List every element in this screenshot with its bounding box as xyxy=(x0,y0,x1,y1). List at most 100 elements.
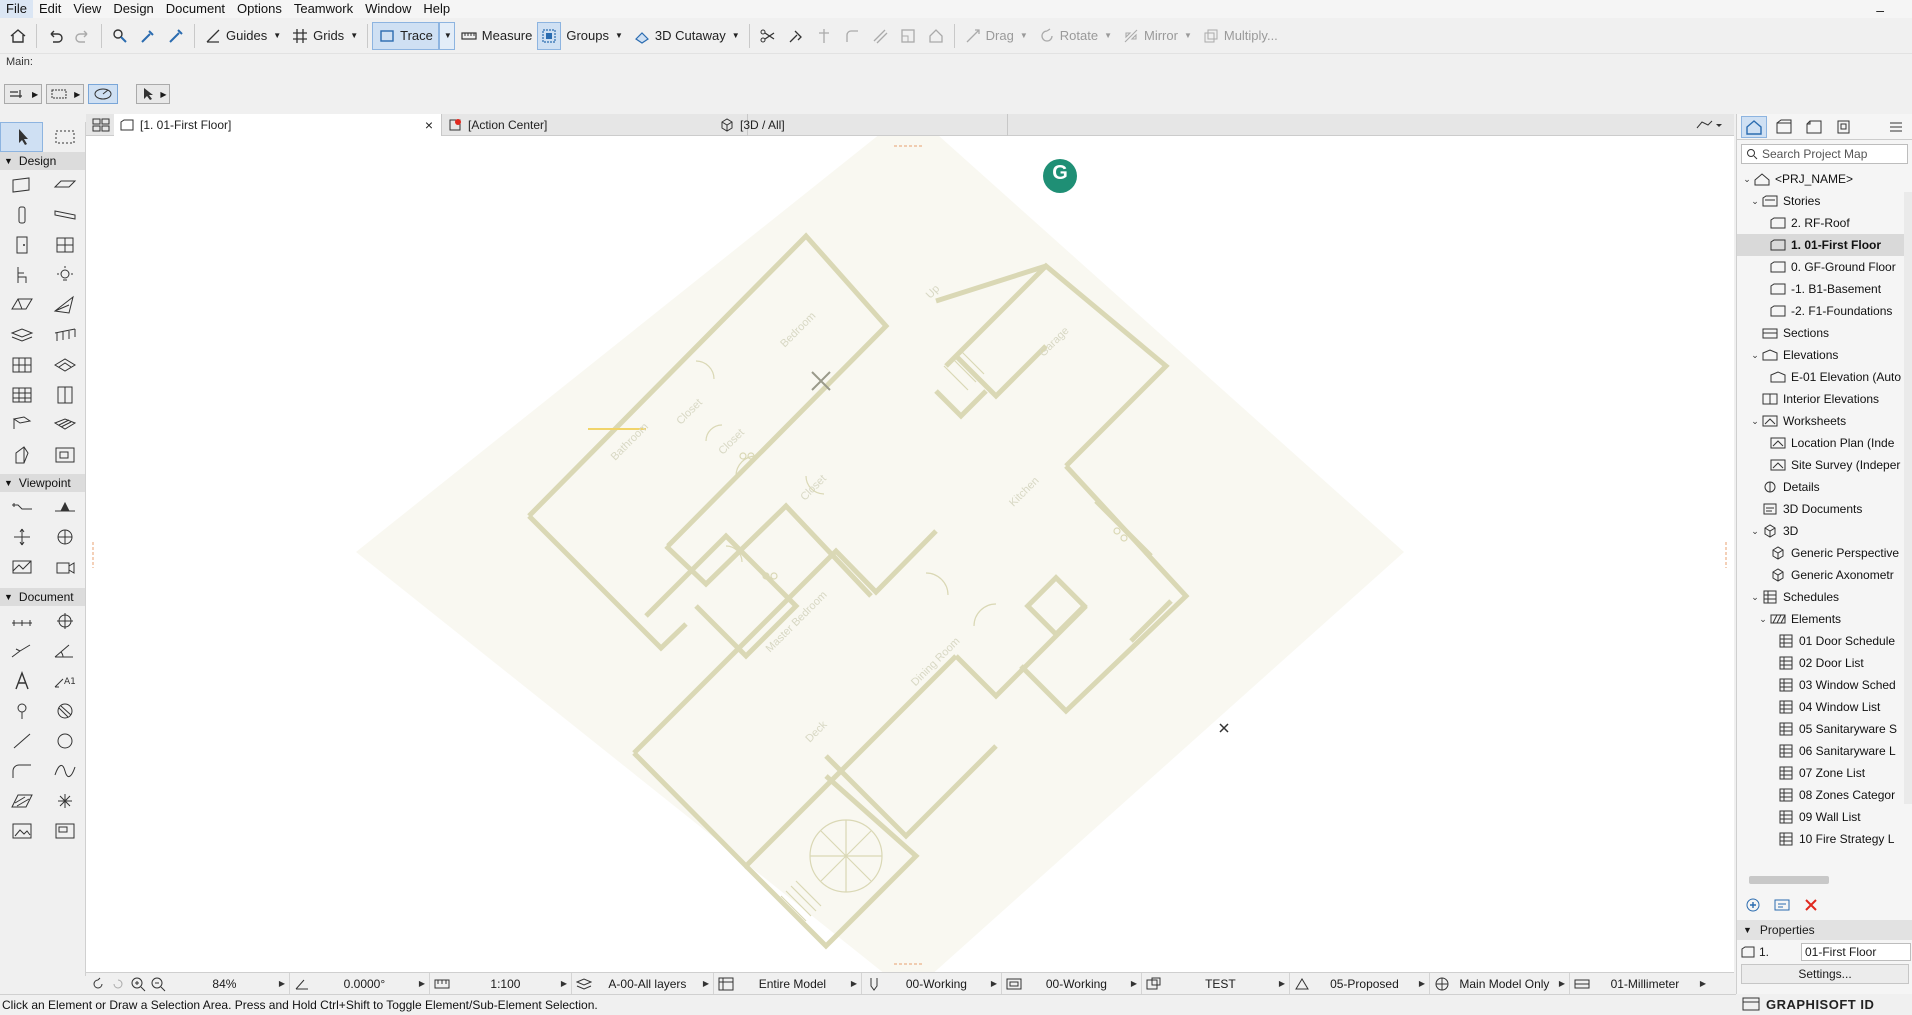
tree-item[interactable]: 09 Wall List xyxy=(1737,806,1912,828)
marquee-tool[interactable] xyxy=(43,122,86,152)
tree-item[interactable]: Site Survey (Indeper xyxy=(1737,454,1912,476)
menu-help[interactable]: Help xyxy=(417,0,456,18)
column-tool[interactable] xyxy=(0,200,43,230)
tree-horizontal-scrollbar[interactable] xyxy=(1749,876,1829,884)
slab-tool[interactable] xyxy=(43,170,86,200)
beam-tool[interactable] xyxy=(43,200,86,230)
project-map-tab[interactable] xyxy=(1741,115,1767,138)
tree-item[interactable]: 01 Door Schedule xyxy=(1737,630,1912,652)
mirror-button[interactable]: Mirror ▼ xyxy=(1117,22,1197,50)
groups-button[interactable] xyxy=(537,21,562,50)
drawing-tool[interactable] xyxy=(43,816,86,846)
zoom-in-icon[interactable] xyxy=(130,976,146,992)
camera-tool[interactable] xyxy=(43,552,86,582)
tree-item[interactable]: Location Plan (Inde xyxy=(1737,432,1912,454)
close-icon[interactable]: × xyxy=(425,117,433,133)
text-tool[interactable] xyxy=(0,666,43,696)
chevron-down-icon[interactable]: ⌄ xyxy=(1749,350,1761,361)
morph-tool[interactable] xyxy=(0,440,43,470)
navigator-menu-button[interactable] xyxy=(1884,116,1910,138)
chevron-down-icon[interactable]: ⌄ xyxy=(1741,174,1753,185)
tree-item[interactable]: Interior Elevations xyxy=(1737,388,1912,410)
zoom-out-icon[interactable] xyxy=(150,976,166,992)
layer-combination-combo[interactable]: A-00-All layers ▶ xyxy=(572,972,714,995)
pen-set-combo[interactable]: 00-Working ▶ xyxy=(862,972,1002,995)
tab-first-floor[interactable]: [1. 01-First Floor] × xyxy=(114,114,442,136)
menu-options[interactable]: Options xyxy=(231,0,288,18)
project-map-search[interactable]: Search Project Map xyxy=(1741,144,1908,164)
arrow-tool[interactable] xyxy=(0,122,43,152)
graphisoft-id-bar[interactable]: GRAPHISOFT ID xyxy=(1736,994,1912,1014)
pick-up-parameters-button[interactable] xyxy=(134,22,162,50)
tree-item[interactable]: 03 Window Sched xyxy=(1737,674,1912,696)
object-tool[interactable] xyxy=(0,260,43,290)
tree-item[interactable]: 0. GF-Ground Floor xyxy=(1737,256,1912,278)
tab-view-toggle[interactable] xyxy=(86,114,114,136)
zone-tool[interactable] xyxy=(43,440,86,470)
tree-item[interactable]: ⌄ Stories xyxy=(1737,190,1912,212)
adjust-button[interactable] xyxy=(782,22,810,50)
chevron-down-icon[interactable]: ⌄ xyxy=(1749,416,1761,427)
layout-book-tab[interactable] xyxy=(1801,116,1827,138)
tree-item[interactable]: 07 Zone List xyxy=(1737,762,1912,784)
chevron-down-icon[interactable]: ⌄ xyxy=(1749,196,1761,207)
tree-item[interactable]: Generic Axonometr xyxy=(1737,564,1912,586)
layer-combo-button[interactable]: ▶ xyxy=(4,84,43,104)
tab-action-center[interactable]: [Action Center] xyxy=(442,114,748,136)
menu-edit[interactable]: Edit xyxy=(33,0,67,18)
trace-button[interactable]: Trace xyxy=(372,21,439,50)
design-section-header[interactable]: ▼ Design xyxy=(0,152,85,170)
inject-parameters-button[interactable] xyxy=(162,22,190,50)
properties-header[interactable]: ▼ Properties xyxy=(1737,920,1912,940)
tree-item[interactable]: ⌄ Elevations xyxy=(1737,344,1912,366)
undo-button[interactable] xyxy=(41,22,69,50)
label-tool[interactable]: A1 xyxy=(43,666,86,696)
hotspot-tool[interactable] xyxy=(43,786,86,816)
tree-item[interactable]: 04 Window List xyxy=(1737,696,1912,718)
tree-item[interactable]: 05 Sanitaryware S xyxy=(1737,718,1912,740)
tree-item[interactable]: 06 Sanitaryware L xyxy=(1737,740,1912,762)
grids-button[interactable]: Grids ▼ xyxy=(286,22,363,50)
publisher-sets-tab[interactable] xyxy=(1831,116,1857,138)
suspend-groups-button[interactable] xyxy=(88,84,119,104)
redo-button[interactable] xyxy=(69,22,97,50)
add-view-icon[interactable] xyxy=(1745,897,1761,913)
tree-vertical-scrollbar[interactable] xyxy=(1904,192,1912,804)
zoom-combo[interactable]: 84% ▶ xyxy=(170,972,290,995)
curtain-button[interactable] xyxy=(922,22,950,50)
chevron-down-icon[interactable]: ⌄ xyxy=(1749,526,1761,537)
tree-item[interactable]: 2. RF-Roof xyxy=(1737,212,1912,234)
graphic-override-combo[interactable]: 00-Working ▶ xyxy=(1002,972,1142,995)
tab-3d-all[interactable]: [3D / All] xyxy=(714,114,1008,136)
tab-menu-button[interactable] xyxy=(1690,114,1730,136)
tree-item[interactable]: ⌄ <PRJ_NAME> xyxy=(1737,168,1912,190)
menu-design[interactable]: Design xyxy=(107,0,159,18)
wall-tool[interactable] xyxy=(0,170,43,200)
section-tool[interactable] xyxy=(0,492,43,522)
viewpoint-section-header[interactable]: ▼ Viewpoint xyxy=(0,474,85,492)
fill-tool[interactable] xyxy=(0,696,43,726)
dimension-tool[interactable] xyxy=(0,606,43,636)
ceiling-tool[interactable] xyxy=(43,350,86,380)
menu-window[interactable]: Window xyxy=(359,0,417,18)
tree-item[interactable]: Generic Perspective xyxy=(1737,542,1912,564)
tree-item[interactable]: 3D Documents xyxy=(1737,498,1912,520)
chevron-down-icon[interactable]: ⌄ xyxy=(1757,614,1769,625)
interior-elevation-tool[interactable] xyxy=(0,522,43,552)
menu-file[interactable]: File xyxy=(0,0,33,18)
intersect-button[interactable] xyxy=(810,22,838,50)
properties-name-field[interactable]: 01-First Floor xyxy=(1801,943,1911,961)
detail-tool[interactable] xyxy=(0,552,43,582)
tree-item[interactable]: ⌄ Schedules xyxy=(1737,586,1912,608)
skylight-tool[interactable] xyxy=(0,410,43,440)
polyline-tool[interactable] xyxy=(0,756,43,786)
rotate-button[interactable]: Rotate ▼ xyxy=(1033,22,1117,50)
worksheet-tool[interactable] xyxy=(43,522,86,552)
circle-tool[interactable] xyxy=(43,726,86,756)
railing-tool[interactable] xyxy=(43,320,86,350)
tree-item[interactable]: Details xyxy=(1737,476,1912,498)
curtain-frame-tool[interactable] xyxy=(0,380,43,410)
level-dimension-tool[interactable] xyxy=(43,606,86,636)
tree-item[interactable]: -1. B1-Basement xyxy=(1737,278,1912,300)
fillet-button[interactable] xyxy=(838,22,866,50)
